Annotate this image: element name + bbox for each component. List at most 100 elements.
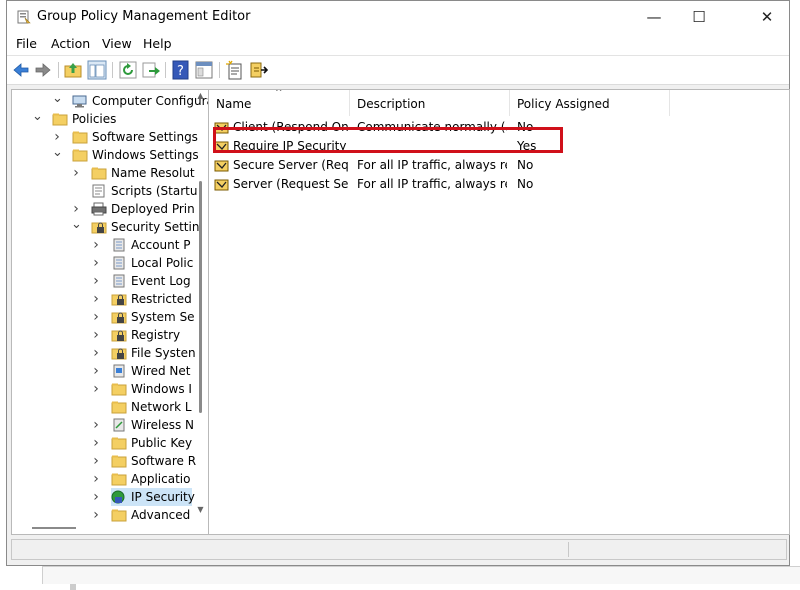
list-row[interactable]: Secure Server (Requi... For all IP traffi… — [209, 156, 787, 175]
forward-arrow-icon[interactable] — [33, 60, 53, 80]
column-name-label: Name — [216, 97, 252, 111]
tree-vertical-scrollbar[interactable]: ▲ ▼ — [195, 91, 206, 517]
scroll-down-arrow-icon[interactable]: ▼ — [195, 505, 206, 514]
properties-icon[interactable] — [194, 60, 214, 80]
tree-item[interactable]: › Public Key — [93, 434, 193, 452]
chevron-right-icon[interactable]: › — [71, 164, 81, 182]
menu-action[interactable]: Action — [51, 36, 90, 51]
tree-item-label: Software R — [131, 454, 197, 468]
minimize-button[interactable]: — — [631, 1, 677, 33]
tree-item-label: Software Settings — [92, 130, 198, 144]
chevron-right-icon[interactable]: › — [91, 290, 101, 308]
restricted-groups-icon — [111, 294, 127, 306]
tree-item[interactable]: › Local Polic — [93, 254, 194, 272]
column-header-name[interactable]: Name ^ — [209, 90, 350, 116]
chevron-down-icon[interactable]: ⌄ — [52, 146, 63, 164]
chevron-right-icon[interactable]: › — [91, 272, 101, 290]
tree-item[interactable]: Network L — [111, 398, 192, 416]
tree-item[interactable]: › System Se — [93, 308, 194, 326]
chevron-right-icon[interactable]: › — [91, 470, 101, 488]
console-tree[interactable]: ⌄ Computer Configuration ⌄ Policies › Softwar… — [11, 89, 209, 535]
tree-item-label: Public Key — [131, 436, 193, 450]
tree-item[interactable]: ⌄ Computer Configuration — [52, 92, 208, 110]
folder-icon — [91, 167, 107, 180]
computer-icon — [72, 95, 87, 108]
scroll-up-arrow-icon[interactable]: ▲ — [195, 91, 206, 100]
folder-icon — [111, 455, 127, 468]
tree-item-label: Policies — [72, 112, 117, 126]
tree-item[interactable]: › Restricted — [93, 290, 192, 308]
export-list-icon[interactable] — [141, 60, 161, 80]
tree-item[interactable]: › Windows I — [93, 380, 192, 398]
tree-item[interactable]: ⌄ Security Settin — [71, 218, 199, 236]
tree-item[interactable]: › Applicatio — [93, 470, 192, 488]
toolbar-separator — [165, 62, 166, 78]
menu-view[interactable]: View — [102, 36, 132, 51]
chevron-right-icon[interactable]: › — [91, 380, 101, 398]
sort-ascending-icon: ^ — [275, 89, 283, 98]
tree-item[interactable]: › Event Log — [93, 272, 192, 290]
chevron-down-icon[interactable]: ⌄ — [32, 110, 43, 128]
menu-file[interactable]: File — [16, 36, 37, 51]
tree-item[interactable]: › IP Security — [93, 488, 195, 506]
group-policy-app-icon — [17, 10, 31, 24]
column-header-description[interactable]: Description — [350, 90, 510, 116]
policy-description: For all IP traffic, always re... — [357, 177, 507, 191]
chevron-right-icon[interactable]: › — [91, 416, 101, 434]
tree-item-label: Deployed Prin — [111, 202, 195, 216]
chevron-right-icon[interactable]: › — [91, 488, 101, 506]
tree-horizontal-scrollbar-thumb[interactable] — [32, 527, 76, 529]
chevron-down-icon[interactable]: ⌄ — [71, 218, 82, 236]
chevron-down-icon[interactable]: ⌄ — [52, 92, 63, 110]
ip-security-icon — [111, 490, 125, 504]
chevron-right-icon[interactable]: › — [71, 200, 81, 218]
tree-item[interactable]: › Deployed Prin — [73, 200, 195, 218]
wireless-network-icon — [113, 418, 125, 432]
tree-item-label: Local Polic — [131, 256, 194, 270]
chevron-right-icon[interactable]: › — [91, 254, 101, 272]
help-icon[interactable]: ? — [171, 60, 191, 80]
title-bar[interactable]: Group Policy Management Editor — ☐ ✕ — [7, 1, 789, 33]
chevron-right-icon[interactable]: › — [91, 362, 101, 380]
chevron-right-icon[interactable]: › — [91, 452, 101, 470]
svg-text:?: ? — [177, 64, 184, 79]
up-folder-icon[interactable] — [63, 60, 83, 80]
maximize-button[interactable]: ☐ — [676, 1, 722, 33]
scrollbar-thumb[interactable] — [199, 181, 202, 413]
tree-item[interactable]: ⌄ Windows Settings — [52, 146, 199, 164]
chevron-right-icon[interactable]: › — [52, 128, 62, 146]
tree-item[interactable]: › Registry — [93, 326, 192, 344]
tree-item-label: File Systen — [131, 346, 196, 360]
assign-policy-icon[interactable] — [248, 60, 268, 80]
tree-item[interactable]: ⌄ Policies — [32, 110, 192, 128]
chevron-right-icon[interactable]: › — [91, 308, 101, 326]
back-arrow-icon[interactable] — [11, 60, 31, 80]
tree-item[interactable]: › Software R — [93, 452, 196, 470]
close-button[interactable]: ✕ — [744, 1, 790, 33]
tree-item[interactable]: › File Systen — [93, 344, 195, 362]
details-list[interactable]: Name ^ Description Policy Assigned Clien… — [208, 89, 790, 535]
refresh-icon[interactable] — [118, 60, 138, 80]
list-row[interactable]: Server (Request Sec... For all IP traffic… — [209, 175, 787, 194]
chevron-right-icon[interactable]: › — [91, 326, 101, 344]
show-hide-tree-icon[interactable] — [87, 60, 107, 80]
column-header-policy-assigned[interactable]: Policy Assigned — [510, 90, 670, 116]
tree-item-label: Scripts (Startu — [111, 184, 198, 198]
new-policy-icon[interactable] — [225, 60, 245, 80]
status-divider — [568, 542, 569, 557]
tree-item[interactable]: › Account P — [93, 236, 192, 254]
tree-item[interactable]: › Advanced — [93, 506, 192, 524]
tree-item[interactable]: › Name Resolut — [73, 164, 194, 182]
chevron-right-icon[interactable]: › — [91, 236, 101, 254]
tree-item-label: Security Settin — [111, 220, 200, 234]
tree-item[interactable]: › Software Settings — [54, 128, 198, 146]
chevron-right-icon[interactable]: › — [91, 506, 101, 524]
chevron-right-icon[interactable]: › — [91, 434, 101, 452]
scripts-icon — [92, 184, 105, 198]
tree-item[interactable]: › Wireless N — [93, 416, 194, 434]
tree-item[interactable]: Scripts (Startu — [91, 182, 197, 200]
policy-name: Secure Server (Requi... — [233, 158, 348, 172]
menu-help[interactable]: Help — [143, 36, 172, 51]
chevron-right-icon[interactable]: › — [91, 344, 101, 362]
tree-item[interactable]: › Wired Net — [93, 362, 192, 380]
